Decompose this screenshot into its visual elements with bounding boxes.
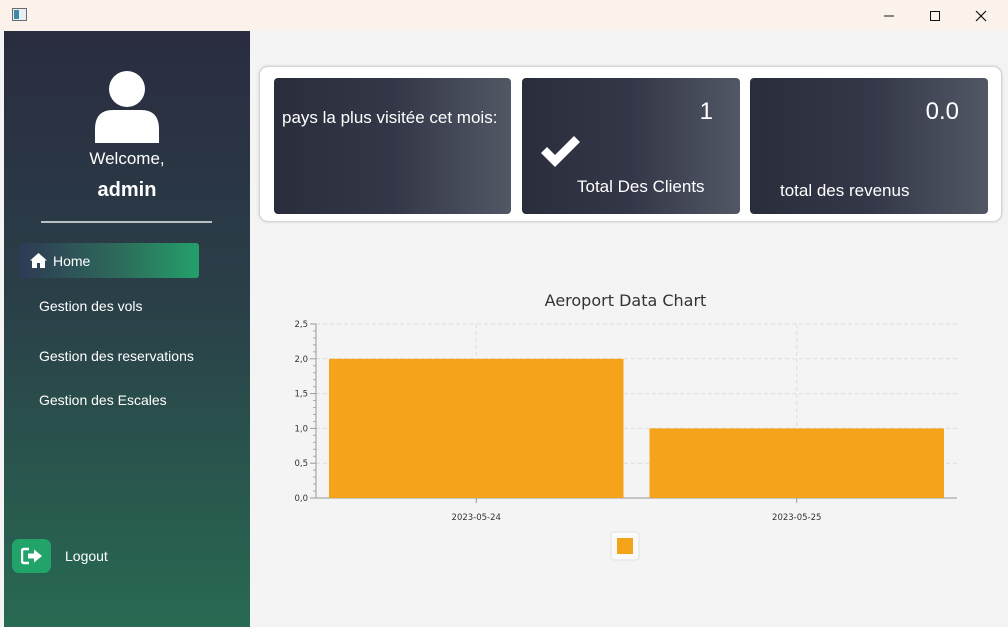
stat-card-top-country: pays la plus visitée cet mois:: [274, 78, 511, 214]
y-tick-label: 1,0: [294, 424, 308, 434]
sidebar-divider: [41, 221, 212, 223]
maximize-button[interactable]: [912, 0, 958, 31]
stat-label: pays la plus visitée cet mois:: [282, 108, 498, 127]
stat-card-clients: 1 Total Des Clients: [522, 78, 740, 214]
close-icon: [975, 10, 987, 21]
title-bar: [0, 0, 1008, 31]
logout-button[interactable]: [12, 539, 51, 573]
stat-card-revenue: 0.0 total des revenus: [750, 78, 988, 214]
sidebar-item-vols[interactable]: Gestion des vols: [39, 298, 143, 314]
stat-label: total des revenus: [780, 181, 910, 200]
sidebar-item-escales[interactable]: Gestion des Escales: [39, 392, 167, 408]
y-tick-label: 2,5: [294, 320, 308, 330]
sidebar-item-reservations[interactable]: Gestion des reservations: [39, 348, 194, 364]
bar: [329, 358, 624, 498]
username: admin: [97, 179, 157, 201]
minimize-button[interactable]: [866, 0, 912, 31]
check-icon: [541, 136, 580, 167]
y-tick-label: 1,5: [294, 390, 308, 400]
close-button[interactable]: [958, 0, 1004, 31]
stat-label: Total Des Clients: [577, 177, 705, 196]
y-tick-label: 0,0: [294, 494, 308, 504]
y-tick-label: 2,0: [294, 355, 308, 365]
logout-label[interactable]: Logout: [65, 548, 108, 564]
user-icon: [95, 71, 159, 143]
app-icon: [12, 8, 27, 21]
bar-chart: 0,0 0,5 1,0 1,5 2,0 2,5 2023-05-24 2023-05-25: [294, 320, 957, 561]
sidebar-item-home[interactable]: Home: [19, 243, 199, 278]
x-tick-label: 2023-05-25: [772, 513, 821, 523]
bar: [649, 428, 944, 498]
stat-value: 0.0: [925, 98, 959, 125]
x-tick-label: 2023-05-24: [452, 513, 501, 523]
maximize-icon: [930, 10, 940, 21]
stats-panel: pays la plus visitée cet mois: 1 Total D…: [259, 66, 1002, 222]
logout-icon: [20, 547, 42, 565]
sidebar-item-label: Home: [53, 252, 91, 269]
minimize-icon: [884, 15, 894, 16]
welcome-text: Welcome,: [89, 149, 165, 168]
legend-swatch: [617, 538, 633, 554]
y-tick-label: 0,5: [294, 459, 308, 469]
chart-title: Aeroport Data Chart: [544, 291, 707, 310]
stat-value: 1: [699, 98, 713, 125]
sidebar: Welcome, admin Home Gestion des vols Ges…: [4, 31, 250, 627]
home-icon: [30, 253, 47, 268]
